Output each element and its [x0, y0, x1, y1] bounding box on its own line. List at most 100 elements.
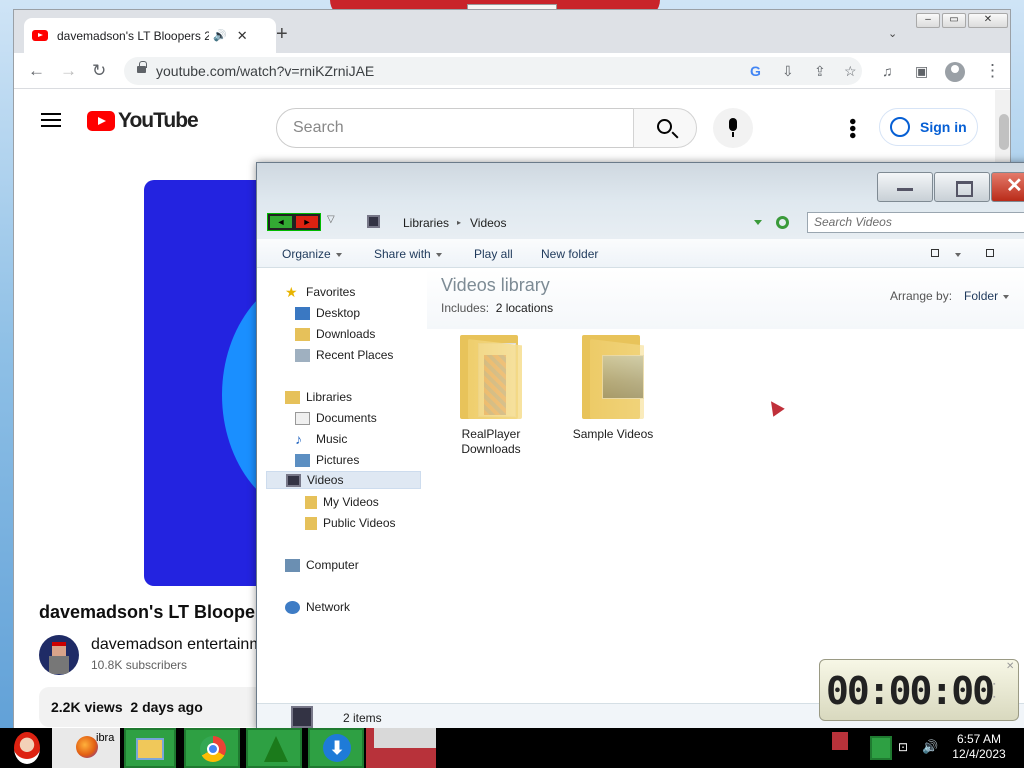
forward-icon[interactable]: ►	[296, 216, 318, 228]
taskbar-downloader[interactable]: ⬇	[308, 728, 364, 768]
widget-controls-icon[interactable]: ▪ ▪	[993, 678, 995, 704]
libraries-icon	[285, 390, 300, 404]
nav-computer[interactable]: Computer	[285, 556, 359, 574]
profile-avatar-icon[interactable]	[945, 62, 965, 82]
start-santa-icon[interactable]	[4, 728, 48, 768]
back-forward-buttons[interactable]: ◄ ►	[267, 213, 321, 231]
widget-close-icon[interactable]: ✕	[1006, 661, 1014, 672]
explorer-minimize-button[interactable]	[877, 172, 933, 202]
recent-pages-chevron-icon[interactable]: ▽	[327, 214, 335, 225]
nav-recent-places[interactable]: Recent Places	[295, 346, 393, 364]
nav-documents[interactable]: Documents	[295, 409, 377, 427]
hamburger-menu-icon[interactable]	[41, 113, 61, 127]
tray-network-icon[interactable]: ⊡	[898, 740, 908, 754]
nav-videos[interactable]: Videos	[266, 471, 421, 489]
reload-icon[interactable]: ↻	[92, 62, 106, 80]
taskbar-explorer-preview[interactable]: ibra	[52, 728, 120, 768]
sign-in-button[interactable]: Sign in	[879, 108, 978, 146]
tab-strip: davemadson's LT Bloopers 2 🔊 ✕ + ⌄ – ▭ ✕	[14, 10, 1010, 53]
minimize-window-button[interactable]: –	[916, 13, 940, 28]
nav-music[interactable]: ♪ Music	[295, 430, 347, 448]
change-view-icon[interactable]	[931, 249, 939, 257]
nav-desktop[interactable]: Desktop	[295, 304, 360, 322]
tray-app-icon[interactable]	[832, 732, 848, 750]
breadcrumb-libraries[interactable]: Libraries	[403, 216, 449, 230]
folder-item[interactable]: Sample Videos	[563, 331, 663, 442]
tray-clock[interactable]: 6:57 AM 12/4/2023	[950, 732, 1008, 762]
new-tab-icon[interactable]: +	[276, 24, 288, 44]
arrange-by-dropdown[interactable]: Folder	[964, 289, 998, 303]
tab-search-chevron-icon[interactable]: ⌄	[888, 27, 897, 40]
channel-avatar[interactable]	[39, 635, 79, 675]
tray-flag-icon[interactable]	[870, 736, 892, 760]
forward-arrow-icon[interactable]: →	[60, 62, 77, 80]
youtube-logo[interactable]: YouTube	[87, 109, 199, 133]
nav-public-videos[interactable]: Public Videos	[305, 514, 396, 532]
maximize-window-button[interactable]: ▭	[942, 13, 966, 28]
youtube-search-input[interactable]: Search	[276, 108, 634, 148]
nav-favorites[interactable]: ★ Favorites	[285, 283, 355, 301]
command-bar: Organize Share with Play all New folder	[257, 239, 1024, 268]
url-text: youtube.com/watch?v=rniKZrniJAE	[156, 63, 375, 79]
folder-icon	[305, 495, 317, 509]
navigation-pane: ★ Favorites Desktop Downloads Recent Plac…	[257, 269, 427, 709]
documents-icon	[295, 411, 310, 425]
close-tab-icon[interactable]: ✕	[237, 28, 248, 44]
music-note-icon: ♪	[295, 430, 302, 447]
recent-places-icon	[295, 348, 310, 362]
refresh-icon[interactable]	[776, 216, 789, 229]
address-bar[interactable]: youtube.com/watch?v=rniKZrniJAE G ⇩ ⇪ ☆	[124, 57, 862, 85]
explorer-title-bar[interactable]: ✕ ◄ ► ▽ Libraries ▸ Videos Search Videos	[257, 163, 1024, 239]
youtube-search-button[interactable]	[633, 108, 697, 148]
nav-my-videos[interactable]: My Videos	[305, 493, 379, 511]
bookmark-star-icon[interactable]: ☆	[844, 57, 857, 85]
share-icon[interactable]: ⇪	[814, 57, 826, 85]
close-window-button[interactable]: ✕	[968, 13, 1008, 28]
breadcrumb-separator-icon[interactable]: ▸	[457, 218, 461, 227]
voice-search-mic-icon[interactable]	[713, 108, 753, 148]
explorer-window: ✕ ◄ ► ▽ Libraries ▸ Videos Search Videos…	[256, 162, 1024, 730]
nav-pictures[interactable]: Pictures	[295, 451, 359, 469]
explorer-close-button[interactable]: ✕	[991, 172, 1024, 202]
video-description-box[interactable]: 2.2K views 2 days ago	[39, 687, 279, 727]
speaker-icon[interactable]: 🔊	[213, 29, 227, 42]
breadcrumb-videos[interactable]: Videos	[470, 216, 506, 230]
taskbar-christmas-tree[interactable]	[246, 728, 302, 768]
folder-icon	[580, 331, 646, 421]
chrome-menu-icon[interactable]: ⋮	[984, 62, 1001, 80]
video-title: davemadson's LT Bloopers	[39, 602, 259, 622]
media-control-icon[interactable]: ♫	[882, 62, 893, 80]
explorer-maximize-button[interactable]	[934, 172, 990, 202]
new-folder-button[interactable]: New folder	[541, 247, 598, 261]
organize-menu[interactable]: Organize	[282, 247, 342, 261]
install-app-icon[interactable]: ⇩	[782, 57, 794, 85]
stopwatch-display: 00:00:00	[826, 669, 995, 713]
google-lens-icon[interactable]: G	[750, 57, 761, 85]
play-all-button[interactable]: Play all	[474, 247, 513, 261]
firefox-icon[interactable]	[76, 736, 98, 758]
settings-more-icon[interactable]: •••	[841, 118, 863, 139]
taskbar-chrome[interactable]	[184, 728, 240, 768]
browser-tab[interactable]: davemadson's LT Bloopers 2 🔊 ✕	[24, 18, 276, 53]
share-with-menu[interactable]: Share with	[374, 247, 442, 261]
stopwatch-widget[interactable]: 00:00:00 ✕ ▪ ▪	[819, 659, 1019, 721]
scrollbar-thumb[interactable]	[999, 114, 1009, 150]
taskbar-file-explorer[interactable]	[124, 728, 176, 768]
nav-libraries[interactable]: Libraries	[285, 388, 352, 406]
side-panel-icon[interactable]: ▣	[915, 62, 928, 80]
view-options-chevron[interactable]	[950, 247, 961, 261]
preview-pane-icon[interactable]	[986, 249, 994, 257]
folder-name: Sample Videos	[572, 427, 654, 441]
address-dropdown-icon[interactable]	[754, 220, 762, 225]
channel-name[interactable]: davemadson entertainm	[91, 636, 261, 654]
library-locations-link[interactable]: 2 locations	[496, 301, 553, 315]
back-icon[interactable]: ◄	[270, 216, 292, 228]
nav-downloads[interactable]: Downloads	[295, 325, 375, 343]
folder-item[interactable]: RealPlayer Downloads	[441, 331, 541, 457]
tray-date: 12/4/2023	[952, 747, 1006, 761]
back-arrow-icon[interactable]: ←	[28, 62, 45, 80]
explorer-search-input[interactable]: Search Videos	[807, 212, 1024, 233]
volume-icon[interactable]: 🔊	[922, 739, 938, 755]
taskbar-red-app[interactable]	[366, 728, 436, 768]
nav-network[interactable]: Network	[285, 598, 350, 616]
